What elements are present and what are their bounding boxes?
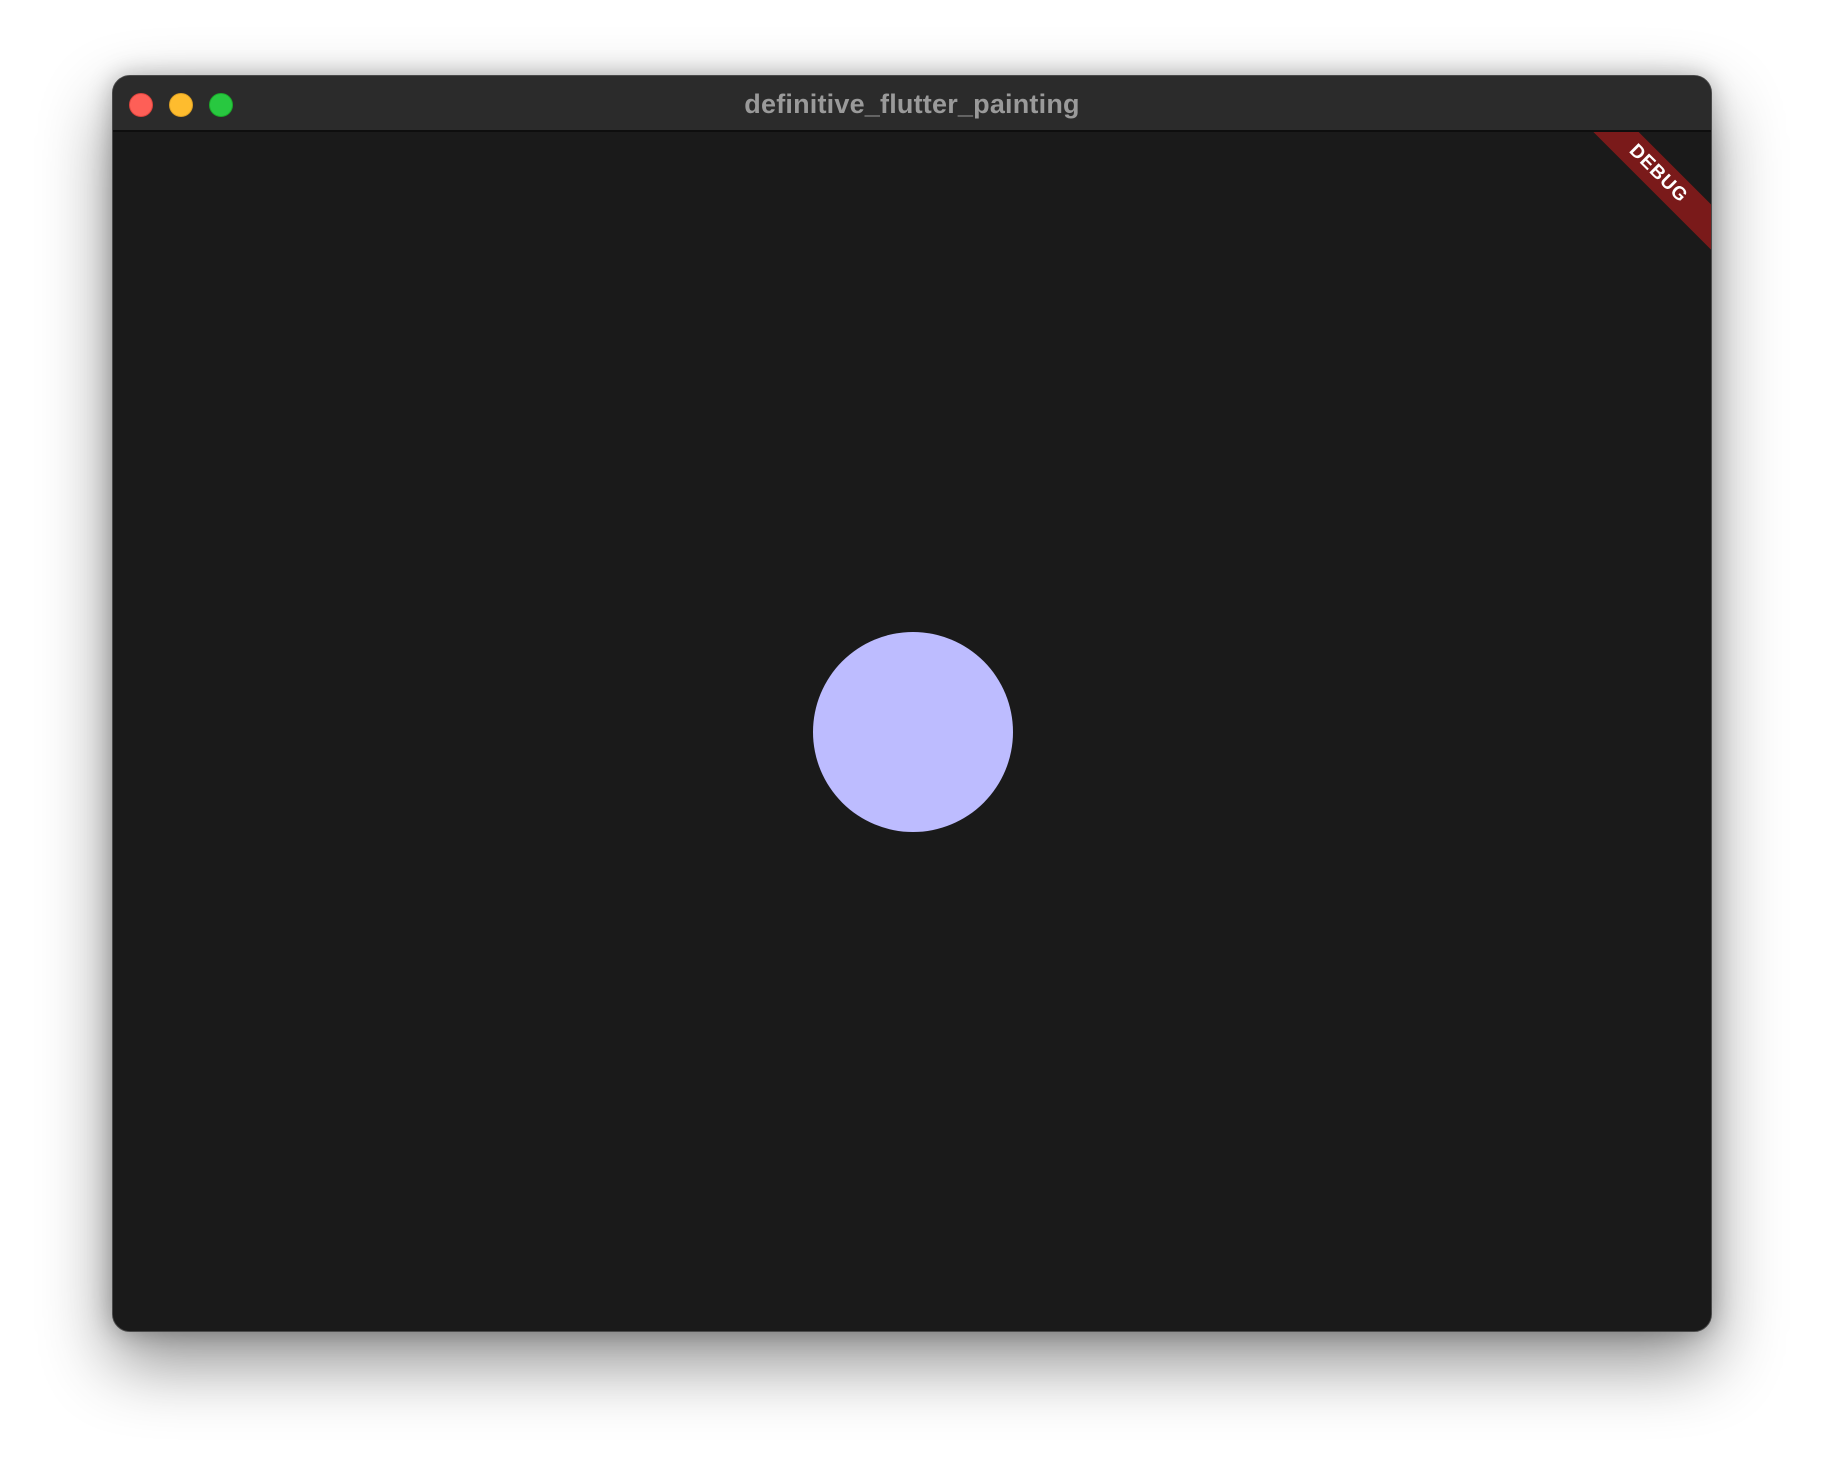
- painted-circle: [813, 632, 1013, 832]
- window-title: definitive_flutter_painting: [744, 89, 1080, 119]
- app-window: definitive_flutter_painting DEBUG: [112, 75, 1712, 1332]
- debug-banner: DEBUG: [1579, 132, 1711, 253]
- canvas-area: DEBUG: [113, 132, 1711, 1331]
- title-bar[interactable]: definitive_flutter_painting: [113, 76, 1711, 132]
